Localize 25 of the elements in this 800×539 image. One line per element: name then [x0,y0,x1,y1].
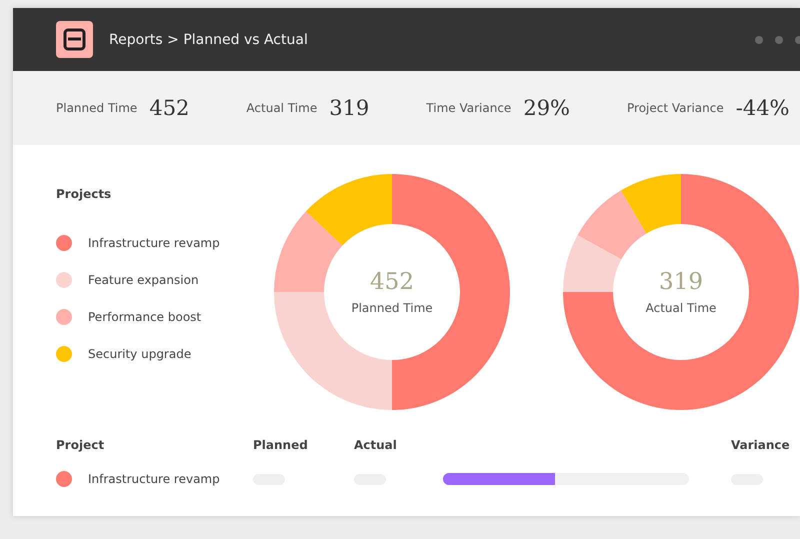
stat-label: Time Variance [426,101,512,115]
donut-value: 319 [659,269,703,295]
donut-label: Planned Time [351,301,433,315]
stat-value: 319 [329,96,370,120]
breadcrumb: Reports > Planned vs Actual [109,32,309,48]
legend-label: Performance boost [88,310,202,324]
stat-label: Project Variance [627,101,724,115]
more-icon[interactable] [754,34,800,44]
column-header: Project [56,438,106,452]
legend-label: Feature expansion [88,272,199,286]
stat-label: Actual Time [246,101,318,115]
stat-value: 452 [149,96,190,120]
project-name: Infrastructure revamp [88,472,220,486]
stat-value: 29% [523,96,570,120]
legend-title: Projects [56,187,112,201]
donut-value: 452 [370,269,414,295]
donut-label: Actual Time [646,301,716,315]
column-header: Variance [731,438,791,452]
legend-label: Infrastructure revamp [88,236,220,250]
stat-value: -44% [736,96,790,120]
stat-label: Planned Time [56,101,138,115]
column-header: Actual [354,438,398,452]
column-header: Planned [253,438,309,452]
legend-label: Security upgrade [88,346,192,360]
logo-icon [56,21,93,58]
